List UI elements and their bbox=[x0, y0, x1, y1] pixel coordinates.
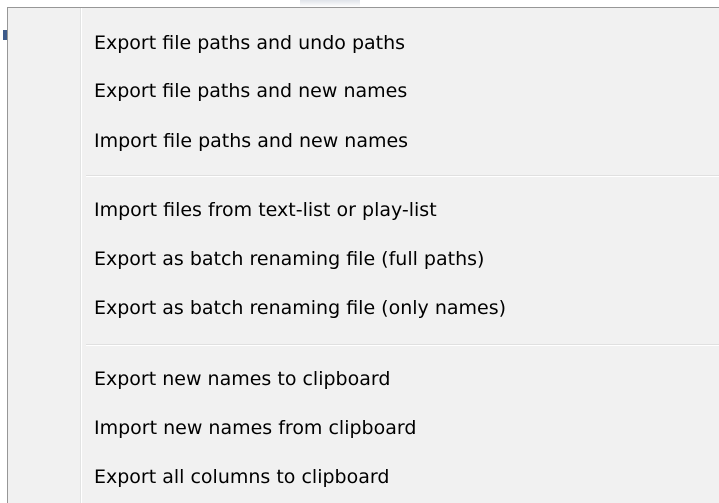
menu-item-export-names-clipboard[interactable]: Export new names to clipboard bbox=[8, 359, 719, 400]
menu-separator bbox=[86, 175, 719, 177]
menu-item-import-paths-new-names[interactable]: Import file paths and new names bbox=[8, 121, 719, 162]
menu-item-import-names-clipboard[interactable]: Import new names from clipboard bbox=[8, 408, 719, 449]
context-menu: Export file paths and undo paths Export … bbox=[3, 7, 719, 503]
menu-item-export-columns-clipboard[interactable]: Export all columns to clipboard bbox=[8, 457, 719, 498]
window-edge bbox=[300, 0, 360, 7]
window-background: Export file paths and undo paths Export … bbox=[0, 0, 719, 503]
menu-item-import-text-list[interactable]: Import files from text-list or play-list bbox=[8, 190, 719, 231]
menu-item-export-batch-only-names[interactable]: Export as batch renaming file (only name… bbox=[8, 288, 719, 329]
menu-item-export-paths-new-names[interactable]: Export file paths and new names bbox=[8, 71, 719, 112]
menu-anchor-mark bbox=[3, 30, 7, 40]
menu-item-export-paths-undo[interactable]: Export file paths and undo paths bbox=[8, 23, 719, 64]
menu-item-export-batch-full-paths[interactable]: Export as batch renaming file (full path… bbox=[8, 239, 719, 280]
menu-separator bbox=[86, 344, 719, 346]
